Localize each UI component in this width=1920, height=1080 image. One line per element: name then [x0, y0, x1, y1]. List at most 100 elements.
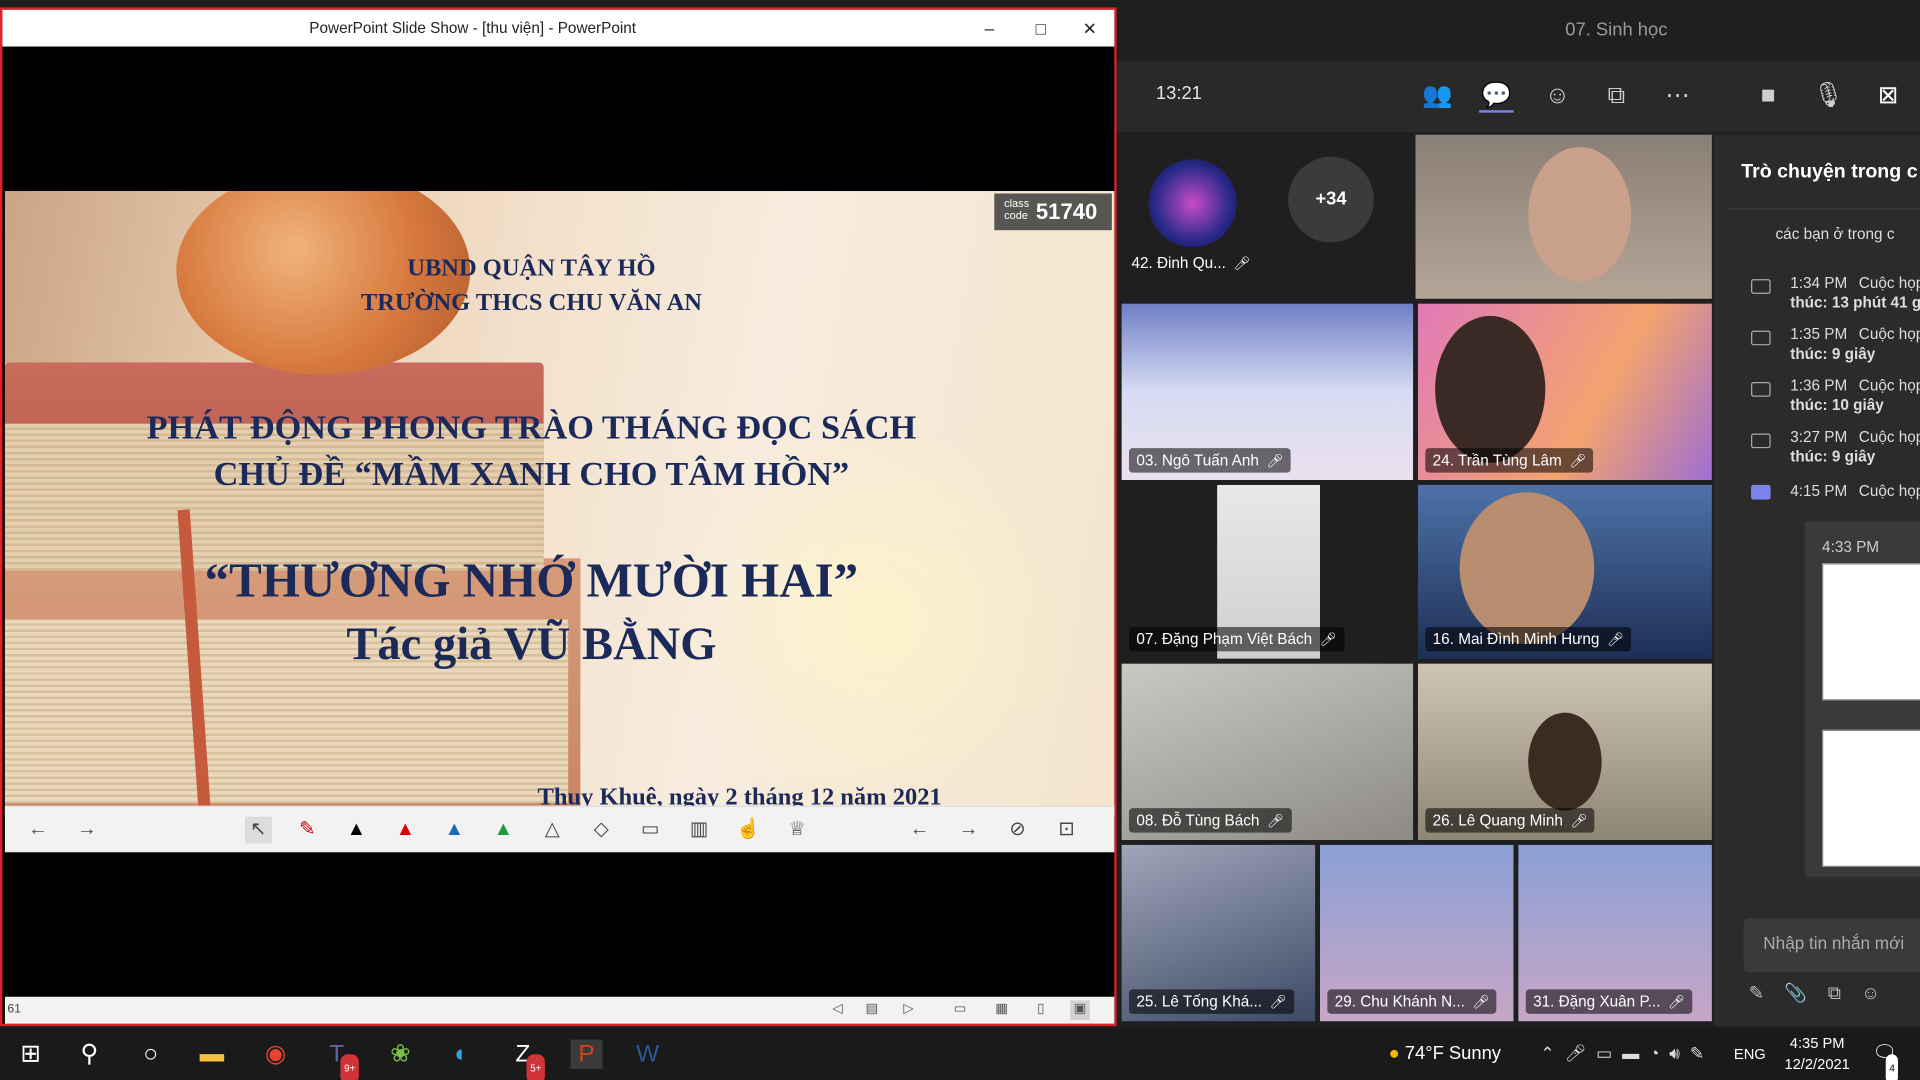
participant-tile[interactable]: 26. Lê Quang Minh 🎤︎ — [1417, 663, 1712, 841]
emoji-icon[interactable]: ☺ — [1861, 983, 1880, 1004]
pen-red-icon[interactable]: ▲ — [392, 817, 419, 844]
highlighter-icon[interactable]: △ — [539, 817, 566, 844]
close-button[interactable]: ✕ — [1078, 17, 1102, 39]
meeting-title: 07. Sinh học — [1565, 19, 1668, 41]
edge-icon[interactable]: ◐ — [446, 1040, 478, 1069]
powerpoint-icon[interactable]: P — [570, 1039, 603, 1069]
participant-tile-video[interactable] — [1415, 134, 1712, 299]
participant-tile[interactable]: 07. Đặng Phạm Việt Bách 🎤︎ — [1121, 484, 1414, 659]
muted-mic-icon: 🎤︎ — [1667, 995, 1685, 1011]
class-code-badge: class code 51740 — [994, 193, 1112, 231]
slide: UBND QUẬN TÂY HỒ TRƯỜNG THCS CHU VĂN AN … — [4, 191, 1115, 816]
app-icon[interactable]: ❀ — [384, 1040, 416, 1069]
forward-arrow-icon[interactable]: → — [955, 817, 982, 844]
pen-blue-icon[interactable]: ▲ — [441, 817, 468, 844]
chart-icon[interactable]: ▥ — [686, 817, 713, 844]
word-icon[interactable]: W — [632, 1040, 664, 1069]
notifications-icon[interactable]: 🗨 4 — [1869, 1040, 1901, 1080]
camera-event-icon — [1751, 330, 1771, 346]
muted-mic-icon: 🎤︎ — [1570, 814, 1588, 829]
reactions-icon[interactable]: ☺ — [1540, 78, 1574, 112]
taskbar: ⊞ ⚲ ○ ▬ ◉ T 9+ ❀ ◐ Z 5+ P W ● 74°F Sunny ⌃… — [0, 1028, 1920, 1080]
muted-mic-icon: 🎤︎ — [1569, 454, 1587, 469]
share-screen-icon[interactable]: ⧉ — [1599, 78, 1633, 112]
system-tray[interactable]: ⌃🎤︎▭▬◔🔊︎✎ — [1540, 1043, 1714, 1064]
sorter-view-icon[interactable]: ▦ — [992, 1000, 1012, 1020]
participant-tile[interactable]: 29. Chu Khánh N... 🎤︎ — [1320, 844, 1514, 1022]
participant-tile[interactable]: 08. Đỗ Tùng Bách 🎤︎ — [1121, 663, 1414, 841]
slideshow-view-icon[interactable]: ▣ — [1070, 1000, 1090, 1021]
apps-icon[interactable]: ⧉ — [1828, 983, 1841, 1004]
next-status-icon[interactable]: ▷ — [899, 1000, 919, 1020]
chrome-icon[interactable]: ◉ — [260, 1040, 292, 1069]
participant-tile[interactable]: 16. Mai Đình Minh Hưng 🎤︎ — [1417, 484, 1712, 659]
new-message-input[interactable]: Nhập tin nhắn mới — [1743, 918, 1920, 973]
language-indicator[interactable]: ENG — [1734, 1046, 1766, 1063]
trophy-icon[interactable]: ♕ — [784, 817, 811, 844]
camera-event-icon — [1751, 433, 1771, 449]
participants-icon[interactable]: 👥 — [1420, 78, 1454, 112]
participant-tile[interactable]: 24. Trần Tùng Lâm 🎤︎ — [1417, 303, 1712, 481]
event-text: Cuộc họp — [1858, 428, 1920, 446]
file-explorer-icon[interactable]: ▬ — [196, 1040, 228, 1069]
maximize-button[interactable]: □ — [1029, 17, 1053, 39]
powerpoint-window: PowerPoint Slide Show - [thu viện] - Pow… — [0, 7, 1117, 1027]
leave-meeting-icon[interactable]: ⊠ — [1871, 78, 1905, 112]
pointer-arrow-icon[interactable]: ↖ — [244, 816, 272, 844]
eraser-icon[interactable]: ◇ — [588, 817, 615, 844]
weather-widget[interactable]: ● 74°F Sunny — [1389, 1043, 1501, 1064]
settings-screen-icon[interactable]: ⊡ — [1053, 817, 1080, 844]
event-text: Cuộc họp — [1858, 377, 1920, 395]
notes-icon[interactable]: ▤ — [862, 1000, 882, 1020]
image-attachment[interactable] — [1822, 729, 1920, 867]
laser-pointer-icon[interactable]: ✎ — [294, 817, 321, 844]
meeting-chat-panel: Trò chuyện trong c các bạn ở trong c 1:3… — [1714, 134, 1920, 1027]
camera-icon[interactable]: ■ — [1751, 78, 1785, 112]
camera-event-icon — [1751, 382, 1771, 397]
pen-black-icon[interactable]: ▲ — [343, 817, 370, 844]
hide-eye-icon[interactable]: ⊘ — [1004, 817, 1031, 844]
more-options-icon[interactable]: ⋯ — [1660, 78, 1694, 112]
attach-icon[interactable]: 📎 — [1784, 983, 1807, 1004]
overflow-participants[interactable]: +34 — [1288, 156, 1374, 243]
previous-slide-arrow-icon[interactable]: ← — [24, 817, 51, 844]
clock[interactable]: 4:35 PM 12/2/2021 — [1778, 1033, 1856, 1075]
chat-icon[interactable]: 💬 — [1479, 78, 1514, 113]
hand-icon[interactable]: ☝ — [735, 817, 762, 844]
search-icon[interactable]: ⚲ — [73, 1040, 105, 1069]
event-sub: thúc: 13 phút 41 gi — [1790, 293, 1920, 312]
muted-mic-icon: 🎤︎ — [1606, 633, 1624, 648]
avatar — [1148, 159, 1237, 248]
participant-name: 07. Đặng Phạm Việt Bách 🎤︎ — [1128, 626, 1345, 652]
person-face — [1528, 146, 1632, 282]
teams-badge: 9+ — [340, 1054, 359, 1080]
next-slide-arrow-icon[interactable]: → — [73, 817, 100, 844]
message-time: 4:33 PM — [1822, 538, 1880, 556]
task-view-icon[interactable]: ○ — [135, 1040, 167, 1069]
participant-tile-avatar[interactable]: +34 42. Đinh Qu... 🎤︎ — [1121, 134, 1411, 299]
minimize-button[interactable]: – — [977, 17, 1001, 39]
prev-status-icon[interactable]: ◁ — [828, 1000, 848, 1020]
reading-view-icon[interactable]: ▯ — [1031, 1000, 1051, 1020]
participant-tile[interactable]: 03. Ngô Tuấn Anh 🎤︎ — [1121, 303, 1414, 481]
normal-view-icon[interactable]: ▭ — [950, 1000, 970, 1020]
person-face — [1528, 712, 1602, 811]
class-code-label: class code — [1004, 197, 1030, 222]
format-icon[interactable]: ✎ — [1749, 983, 1764, 1004]
screen-icon[interactable]: ▭ — [637, 817, 664, 844]
teams-app-icon[interactable]: T 9+ — [321, 1040, 359, 1080]
chat-message[interactable]: 4:33 PM — [1804, 521, 1920, 877]
participant-tile[interactable]: 31. Đặng Xuân P... 🎤︎ — [1518, 844, 1712, 1022]
zalo-icon[interactable]: Z 5+ — [507, 1040, 546, 1080]
pen-green-icon[interactable]: ▲ — [490, 817, 517, 844]
event-text: Cuộc họp — [1858, 325, 1920, 343]
participant-tile[interactable]: 25. Lê Tống Khá... 🎤︎ — [1121, 844, 1316, 1022]
muted-mic-icon: 🎤︎ — [1472, 995, 1490, 1011]
windows-start-icon[interactable]: ⊞ — [15, 1040, 47, 1069]
image-attachment[interactable] — [1822, 563, 1920, 701]
meeting-timer: 13:21 — [1155, 83, 1202, 105]
back-arrow-icon[interactable]: ← — [906, 817, 933, 844]
microphone-icon[interactable]: 🎙 — [1811, 78, 1845, 112]
sun-icon: ● — [1388, 1043, 1400, 1065]
participant-name: 16. Mai Đình Minh Hưng 🎤︎ — [1425, 626, 1632, 652]
